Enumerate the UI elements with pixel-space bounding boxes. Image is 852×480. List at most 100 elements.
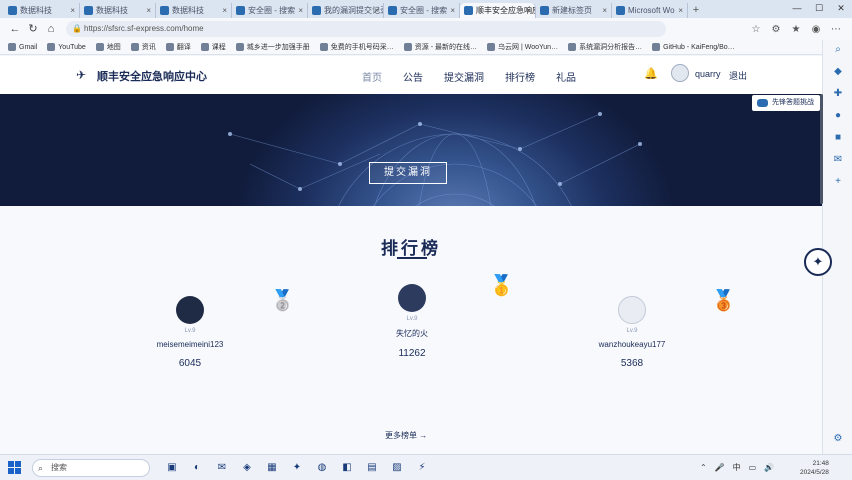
edge-icon[interactable]: ◐ — [187, 460, 207, 476]
app-icon[interactable]: ▨ — [387, 460, 407, 476]
close-icon[interactable]: × — [70, 3, 75, 18]
window-controls: — ☐ ✕ — [786, 0, 852, 16]
app-icon[interactable]: ⚡ — [412, 460, 432, 476]
nav-leaderboard[interactable]: 排行榜 — [505, 69, 535, 84]
scrollbar-thumb[interactable] — [820, 94, 823, 204]
close-icon[interactable]: × — [526, 3, 531, 18]
nav-announcements[interactable]: 公告 — [403, 69, 423, 84]
avatar[interactable] — [618, 296, 646, 324]
browser-tab[interactable]: 安全圈 - 搜索 × — [384, 3, 460, 18]
menu-icon[interactable]: ⋯ — [826, 24, 846, 35]
browser-tab[interactable]: 安全圈 - 搜索 × — [232, 3, 308, 18]
avatar[interactable] — [176, 296, 204, 324]
close-icon[interactable]: × — [374, 3, 379, 18]
close-icon[interactable]: × — [450, 3, 455, 18]
tab-label: 数据科技 — [96, 6, 128, 15]
taskbar-search[interactable]: ⌕ 搜索 — [32, 459, 150, 477]
nav-home[interactable]: 首页 — [362, 69, 382, 84]
bookmark-item[interactable]: 资讯 — [130, 42, 156, 52]
submit-vuln-button[interactable]: 提交漏洞 — [369, 162, 447, 184]
url-input[interactable]: 🔒 https://sfsrc.sf-express.com/home — [66, 21, 666, 37]
tools-icon[interactable]: ✚ — [832, 88, 844, 100]
outlook-icon[interactable]: ✉ — [832, 154, 844, 166]
app-icon[interactable]: ▤ — [362, 460, 382, 476]
refresh-icon[interactable]: ↻ — [24, 20, 42, 38]
avatar[interactable] — [398, 284, 426, 312]
site-name[interactable]: 顺丰安全应急响应中心 — [97, 68, 207, 84]
logo-icon[interactable]: ✈ — [76, 68, 86, 82]
bookmark-item[interactable]: YouTube — [47, 43, 86, 51]
bell-icon[interactable]: 🔔 — [644, 67, 658, 80]
task-view-icon[interactable]: ▣ — [162, 460, 182, 476]
browser-tab[interactable]: 新建标签页 × — [536, 3, 612, 18]
nav-gifts[interactable]: 礼品 — [556, 69, 576, 84]
games-icon[interactable]: ● — [832, 110, 844, 122]
new-tab-button[interactable]: + — [688, 3, 704, 18]
leaderboard-entry-2nd[interactable]: Lv.9 meisemeimeini123 6045 — [140, 296, 240, 369]
ime-indicator[interactable]: 中 — [733, 462, 741, 473]
network-icon[interactable]: ▭ — [749, 463, 757, 472]
leaderboard-entry-3rd[interactable]: Lv.9 wanzhoukeayu177 5368 — [582, 296, 682, 369]
close-icon[interactable]: × — [678, 3, 683, 18]
bookmark-item[interactable]: 乌云网 | WooYun… — [487, 42, 558, 52]
browser-tab-active[interactable]: 顺丰安全应急响应 × — [460, 3, 536, 18]
more-leaderboards-link[interactable]: 更多榜单 → — [385, 430, 427, 441]
close-icon[interactable]: × — [602, 3, 607, 18]
close-window-icon[interactable]: ✕ — [830, 0, 852, 16]
user-avatar[interactable] — [671, 64, 689, 82]
app-icon[interactable]: ◍ — [312, 460, 332, 476]
extensions-icon[interactable]: ⚙ — [766, 24, 786, 35]
bookmark-item[interactable]: 城乡进一步加强手册 — [235, 42, 310, 52]
back-icon[interactable]: ← — [6, 20, 24, 38]
home-icon[interactable]: ⌂ — [42, 20, 60, 38]
clock[interactable]: 21:48 2024/5/28 — [800, 459, 829, 477]
username[interactable]: quarry — [695, 69, 721, 79]
mail-icon[interactable]: ✉ — [212, 460, 232, 476]
profile-icon[interactable]: ◉ — [806, 24, 826, 35]
tab-favicon — [540, 6, 549, 15]
floating-assistant-button[interactable]: ✦ — [804, 248, 832, 276]
browser-tab[interactable]: 数据科技 × — [156, 3, 232, 18]
close-icon[interactable]: × — [146, 3, 151, 18]
chevron-up-icon[interactable]: ⌃ — [700, 463, 707, 472]
app-icon[interactable]: ✦ — [287, 460, 307, 476]
logout-link[interactable]: 退出 — [729, 69, 747, 82]
bookmark-item[interactable]: 地图 — [95, 42, 121, 52]
bookmark-item[interactable]: 免费的手机号码采… — [319, 42, 394, 52]
leaderboard-entry-1st[interactable]: Lv.9 失忆的火 11262 — [362, 284, 462, 359]
bookmark-item[interactable]: GitHub - KaiFeng/Bo… — [652, 43, 735, 51]
star-icon[interactable]: ☆ — [746, 24, 766, 35]
maximize-icon[interactable]: ☐ — [808, 0, 830, 16]
browser-tab[interactable]: Microsoft Wo × — [612, 3, 688, 18]
bookmark-item[interactable]: 资源 - 最新的在线… — [403, 42, 477, 52]
pinned-challenge-tag[interactable]: 先锋答题挑战 — [752, 95, 820, 111]
system-tray: ⌃ 🎤 中 ▭ 🔊 — [700, 462, 782, 473]
app-icon[interactable]: ◈ — [237, 460, 257, 476]
office-icon[interactable]: ■ — [832, 132, 844, 144]
browser-tab[interactable]: 数据科技 × — [4, 3, 80, 18]
search-icon[interactable]: ⌕ — [832, 44, 844, 56]
app-icon[interactable]: ◧ — [337, 460, 357, 476]
nav-submit-vuln[interactable]: 提交漏洞 — [444, 69, 484, 84]
microphone-icon[interactable]: 🎤 — [715, 463, 725, 472]
windows-start-icon[interactable] — [8, 461, 21, 474]
close-icon[interactable]: × — [298, 3, 303, 18]
bookmark-icon — [165, 43, 174, 51]
shopping-icon[interactable]: ◆ — [832, 66, 844, 78]
favorites-icon[interactable]: ★ — [786, 24, 806, 35]
browser-tab[interactable]: 数据科技 × — [80, 3, 156, 18]
settings-icon[interactable]: ⚙ — [832, 433, 844, 445]
browser-tab[interactable]: 我的漏洞提交记录 × — [308, 3, 384, 18]
browser-toolbar-right: ☆ ⚙ ★ ◉ ⋯ — [746, 24, 846, 35]
app-icon[interactable]: ▦ — [262, 460, 282, 476]
entry-username: meisemeimeini123 — [156, 340, 224, 349]
bookmark-item[interactable]: 系统漏洞分析报告… — [568, 42, 642, 52]
bookmark-item[interactable]: 课程 — [200, 42, 226, 52]
address-bar-row: ← ↻ ⌂ 🔒 https://sfsrc.sf-express.com/home… — [0, 18, 852, 40]
bookmark-item[interactable]: 翻译 — [165, 42, 191, 52]
add-icon[interactable]: + — [832, 176, 844, 188]
close-icon[interactable]: × — [222, 3, 227, 18]
bookmark-item[interactable]: Gmail — [8, 43, 37, 51]
minimize-icon[interactable]: — — [786, 0, 808, 16]
volume-icon[interactable]: 🔊 — [764, 463, 774, 472]
